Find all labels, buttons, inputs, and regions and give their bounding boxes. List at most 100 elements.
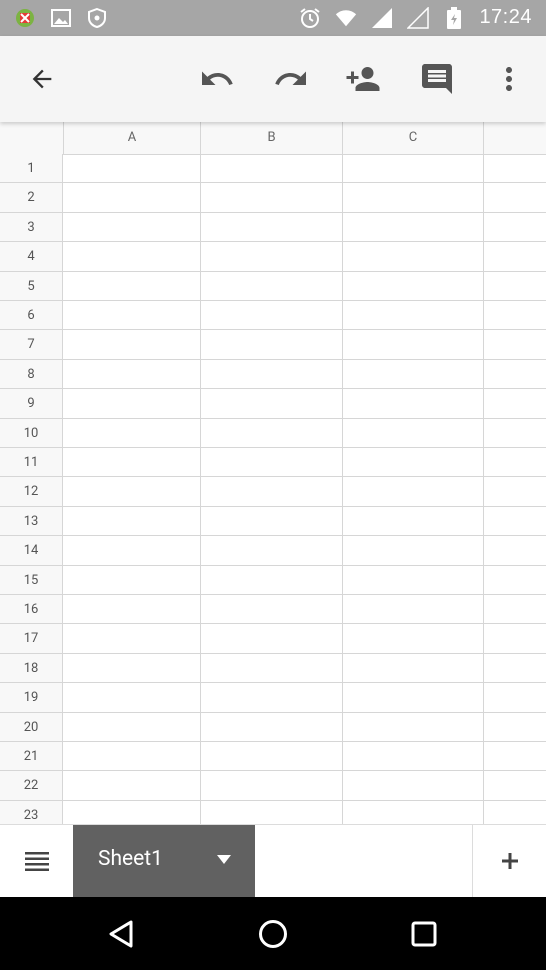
grid-cell[interactable] [64, 242, 201, 271]
grid-cell[interactable] [343, 271, 484, 300]
grid-cell[interactable] [201, 624, 343, 653]
grid-cell[interactable] [343, 301, 484, 330]
grid-cell[interactable] [484, 419, 546, 447]
grid-cell[interactable] [484, 183, 546, 211]
row-header[interactable]: 12 [0, 477, 63, 506]
grid-cell[interactable] [201, 565, 343, 594]
grid-cell[interactable] [64, 771, 201, 800]
row-header[interactable]: 11 [0, 448, 63, 477]
sheets-menu-button[interactable] [0, 825, 73, 897]
grid-cell[interactable] [64, 448, 201, 477]
grid-cell[interactable] [343, 183, 484, 212]
grid-cell[interactable] [484, 713, 546, 741]
grid-cell[interactable] [64, 301, 201, 330]
grid-cell[interactable] [484, 742, 546, 770]
row-header[interactable]: 14 [0, 536, 63, 565]
grid-cell[interactable] [343, 389, 484, 418]
grid-cell[interactable] [343, 653, 484, 683]
grid-cell[interactable] [484, 771, 546, 799]
grid-cell[interactable] [343, 683, 484, 712]
nav-back-button[interactable] [104, 917, 138, 951]
grid-cell[interactable] [201, 212, 343, 242]
grid-cell[interactable] [484, 448, 546, 476]
grid-cell[interactable] [201, 477, 343, 506]
column-header-a[interactable]: A [64, 122, 201, 154]
grid-cell[interactable] [343, 800, 484, 824]
grid-cell[interactable] [64, 712, 201, 741]
row-header[interactable]: 4 [0, 242, 63, 271]
column-header-c[interactable]: C [343, 122, 484, 154]
grid-cell[interactable] [64, 653, 201, 683]
grid-cell[interactable] [201, 242, 343, 271]
grid-cell[interactable] [484, 477, 546, 505]
grid-cell[interactable] [484, 242, 546, 270]
grid-cell[interactable] [343, 418, 484, 447]
grid-cell[interactable] [201, 653, 343, 683]
grid-cell[interactable] [64, 624, 201, 653]
grid-cell[interactable] [201, 536, 343, 565]
grid-cell[interactable] [484, 683, 546, 711]
grid-cell[interactable] [201, 330, 343, 359]
grid-cell[interactable] [64, 183, 201, 212]
grid-cell[interactable] [343, 771, 484, 800]
row-header[interactable]: 23 [0, 800, 63, 824]
row-header[interactable]: 1 [0, 154, 63, 183]
row-header[interactable]: 3 [0, 212, 63, 242]
grid-cell[interactable] [64, 477, 201, 506]
share-button[interactable] [345, 61, 381, 97]
grid-cell[interactable] [201, 771, 343, 800]
grid-cell[interactable] [64, 800, 201, 824]
grid-cell[interactable] [201, 712, 343, 741]
grid-cell[interactable] [484, 301, 546, 329]
grid-cell[interactable] [484, 389, 546, 417]
grid-cell[interactable] [484, 507, 546, 535]
grid-cell[interactable] [201, 418, 343, 447]
grid-cell[interactable] [343, 477, 484, 506]
grid-cell[interactable] [343, 506, 484, 536]
grid-cell[interactable] [484, 801, 546, 824]
row-header[interactable]: 21 [0, 742, 63, 771]
row-header[interactable]: 19 [0, 683, 63, 712]
grid-cell[interactable] [343, 242, 484, 271]
grid-cell[interactable] [64, 330, 201, 359]
add-sheet-button[interactable] [472, 825, 546, 897]
grid-cell[interactable] [484, 272, 546, 300]
grid-cell[interactable] [64, 595, 201, 624]
grid-cell[interactable] [343, 154, 484, 183]
grid-cell[interactable] [201, 448, 343, 477]
redo-button[interactable] [273, 61, 309, 97]
nav-recents-button[interactable] [407, 917, 441, 951]
grid-cell[interactable] [343, 536, 484, 565]
undo-button[interactable] [199, 61, 235, 97]
grid-cell[interactable] [64, 389, 201, 418]
grid-cell[interactable] [343, 595, 484, 624]
grid-cell[interactable] [201, 359, 343, 389]
grid-cell[interactable] [201, 800, 343, 824]
chevron-down-icon[interactable] [217, 855, 231, 864]
spreadsheet-grid[interactable]: A B C 1 2 3 4 5 6 7 8 9 10 11 12 13 14 15 16 17 18 19 20 21 2… [0, 122, 546, 824]
row-header[interactable]: 13 [0, 506, 63, 536]
grid-cell[interactable] [201, 271, 343, 300]
grid-cell[interactable] [343, 330, 484, 359]
grid-cell[interactable] [201, 595, 343, 624]
grid-cell[interactable] [64, 565, 201, 594]
row-header[interactable]: 22 [0, 771, 63, 800]
grid-cell[interactable] [201, 301, 343, 330]
row-header[interactable]: 5 [0, 271, 63, 300]
grid-cell[interactable] [484, 595, 546, 623]
sheet-tab-sheet1[interactable]: Sheet1 [73, 825, 255, 897]
column-header-b[interactable]: B [201, 122, 343, 154]
grid-cell[interactable] [64, 683, 201, 712]
row-header[interactable]: 10 [0, 418, 63, 447]
grid-cell[interactable] [343, 212, 484, 242]
grid-cell[interactable] [484, 154, 546, 182]
comment-button[interactable] [419, 61, 455, 97]
grid-cell[interactable] [64, 742, 201, 771]
column-header-d[interactable] [484, 122, 546, 154]
grid-cell[interactable] [343, 448, 484, 477]
grid-cell[interactable] [64, 418, 201, 447]
grid-cell[interactable] [201, 183, 343, 212]
row-header[interactable]: 7 [0, 330, 63, 359]
nav-home-button[interactable] [256, 917, 290, 951]
row-header[interactable]: 16 [0, 595, 63, 624]
